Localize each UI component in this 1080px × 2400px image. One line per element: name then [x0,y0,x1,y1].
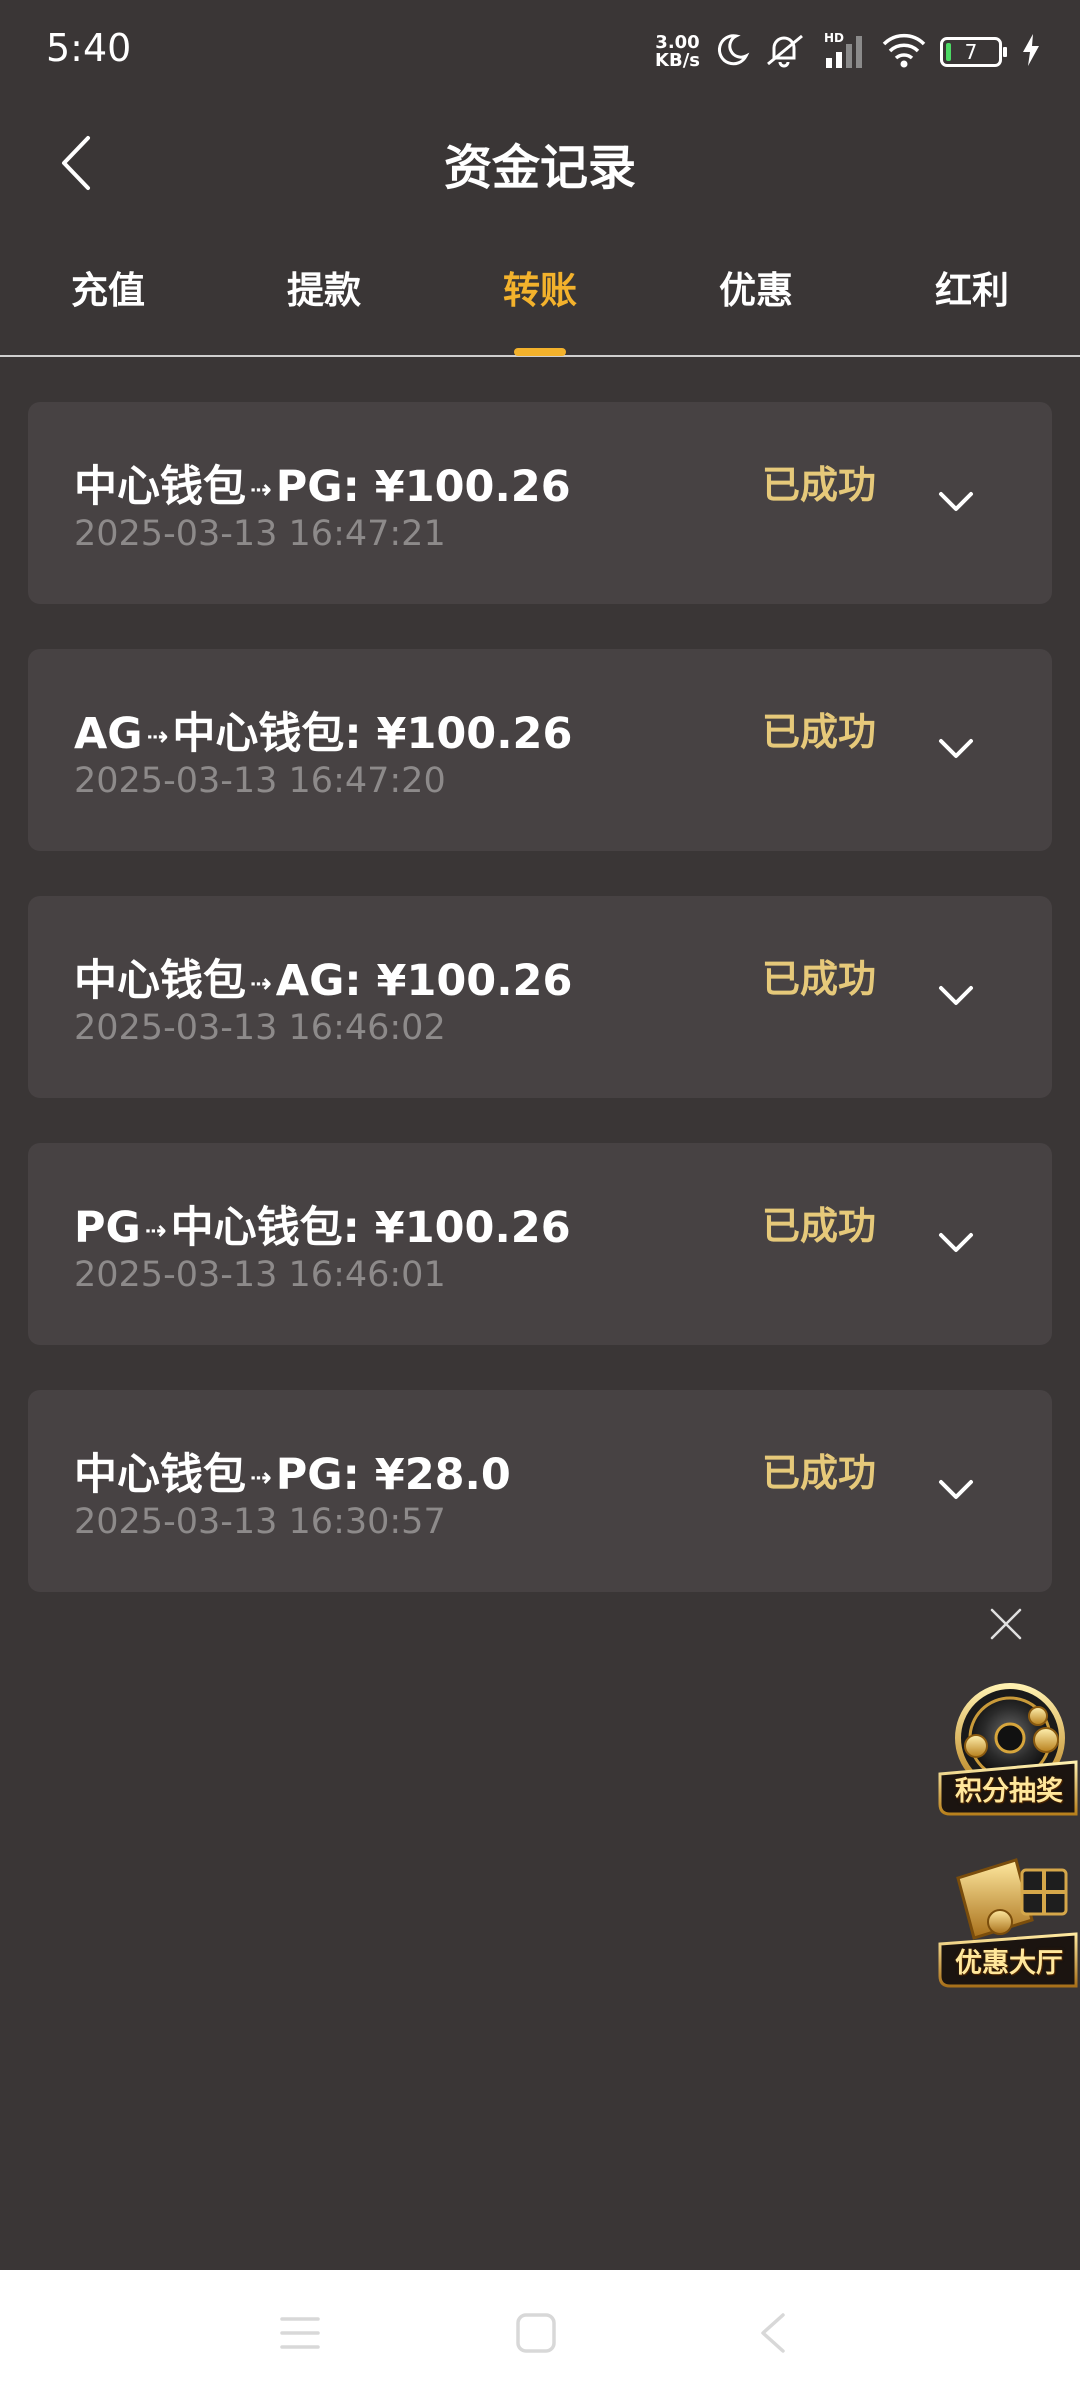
chevron-down-icon [938,738,974,764]
active-tab-indicator [514,348,566,356]
chevron-down-icon [938,1232,974,1258]
record-title: 中心钱包 ⇢PG: ¥100.26 [74,462,571,512]
record-title: 中心钱包 ⇢PG: ¥28.0 [74,1450,511,1500]
transfer-from: 中心钱包 [74,1450,246,1500]
status-badge: 已成功 [762,957,877,1001]
status-time: 5:40 [46,26,132,70]
signal-icon: HD [822,30,868,74]
record-title: 中心钱包 ⇢AG: ¥100.26 [74,956,573,1006]
system-navigation-bar [0,2270,1080,2400]
record-card[interactable]: 中心钱包 ⇢PG: ¥28.0 2025-03-13 16:30:57 已成功 [28,1390,1052,1592]
transfer-to: PG [275,1450,343,1500]
expand-button[interactable] [928,1217,984,1273]
hd-label: HD [824,31,844,45]
tab-transfer[interactable]: 转账 [440,260,640,314]
tab-deposit[interactable]: 充值 [8,260,208,314]
record-card[interactable]: 中心钱包 ⇢PG: ¥100.26 2025-03-13 16:47:21 已成功 [28,402,1052,604]
points-lottery-label: 积分抽奖 [955,1776,1063,1807]
status-badge: 已成功 [762,463,877,507]
record-title: PG ⇢中心钱包: ¥100.26 [74,1203,571,1253]
expand-button[interactable] [928,1464,984,1520]
tab-bar: 充值 提款 转账 优惠 红利 [0,240,1080,357]
record-time: 2025-03-13 16:46:01 [74,1255,446,1295]
arrow-right-icon: ⇢ [146,721,169,752]
battery-indicator: 7 [940,37,1007,67]
mute-icon [764,32,808,72]
record-card[interactable]: AG ⇢中心钱包: ¥100.26 2025-03-13 16:47:20 已成功 [28,649,1052,851]
status-icons: 3.00 KB/s HD 7 [655,28,1040,76]
network-speed: 3.00 KB/s [655,34,700,70]
arrow-right-icon: ⇢ [144,1215,167,1246]
page-title: 资金记录 [443,140,636,196]
status-bar: 5:40 3.00 KB/s HD 7 [0,0,1080,100]
transfer-amount: ¥28.0 [374,1450,511,1500]
back-icon [757,2311,787,2359]
record-time: 2025-03-13 16:46:02 [74,1008,446,1048]
record-title: AG ⇢中心钱包: ¥100.26 [74,709,573,759]
close-floating-button[interactable] [984,1602,1028,1646]
transfer-amount: ¥100.26 [376,709,573,759]
transfer-from: 中心钱包 [74,462,246,512]
status-badge: 已成功 [762,1204,877,1248]
record-list: 中心钱包 ⇢PG: ¥100.26 2025-03-13 16:47:21 已成功… [28,402,1052,1637]
expand-button[interactable] [928,723,984,779]
arrow-right-icon: ⇢ [250,1462,272,1493]
screen: 5:40 3.00 KB/s HD 7 资金记录 充值 提款 转账 优惠 红利 … [0,0,1080,2400]
wifi-icon [882,32,926,72]
close-icon [984,1608,1028,1650]
chevron-down-icon [938,985,974,1011]
record-time: 2025-03-13 16:30:57 [74,1502,446,1542]
transfer-from: AG [74,709,143,759]
tab-promotion[interactable]: 优惠 [656,260,856,314]
transfer-from: PG [74,1203,141,1253]
transfer-to: PG [275,462,343,512]
transfer-from: 中心钱包 [74,956,246,1006]
moon-icon [714,32,750,72]
network-speed-unit: KB/s [655,50,700,71]
transfer-to: 中心钱包 [170,1203,343,1253]
points-lottery-button[interactable]: 积分抽奖 [936,1676,1080,1816]
status-badge: 已成功 [762,1451,877,1495]
home-icon [515,2312,557,2358]
nav-back-button[interactable] [742,2310,802,2360]
record-card[interactable]: PG ⇢中心钱包: ¥100.26 2025-03-13 16:46:01 已成功 [28,1143,1052,1345]
menu-icon [278,2313,322,2357]
transfer-to: AG [275,956,345,1006]
arrow-right-icon: ⇢ [250,474,272,505]
expand-button[interactable] [928,970,984,1026]
transfer-to: 中心钱包 [172,709,345,759]
chevron-down-icon [938,491,974,517]
record-card[interactable]: 中心钱包 ⇢AG: ¥100.26 2025-03-13 16:46:02 已成功 [28,896,1052,1098]
promotion-hall-button[interactable]: 优惠大厅 [936,1848,1080,1988]
header: 资金记录 [0,100,1080,230]
expand-button[interactable] [928,476,984,532]
transfer-amount: ¥100.26 [374,1203,571,1253]
transfer-amount: ¥100.26 [374,462,571,512]
chevron-down-icon [938,1479,974,1505]
tab-withdraw[interactable]: 提款 [224,260,424,314]
charging-icon [1022,34,1040,70]
nav-menu-button[interactable] [270,2310,330,2360]
record-time: 2025-03-13 16:47:21 [74,514,446,554]
nav-home-button[interactable] [506,2310,566,2360]
promotion-hall-label: 优惠大厅 [955,1948,1063,1979]
record-time: 2025-03-13 16:47:20 [74,761,446,801]
tab-bonus[interactable]: 红利 [872,260,1072,314]
transfer-amount: ¥100.26 [376,956,573,1006]
arrow-right-icon: ⇢ [250,968,272,999]
status-badge: 已成功 [762,710,877,754]
